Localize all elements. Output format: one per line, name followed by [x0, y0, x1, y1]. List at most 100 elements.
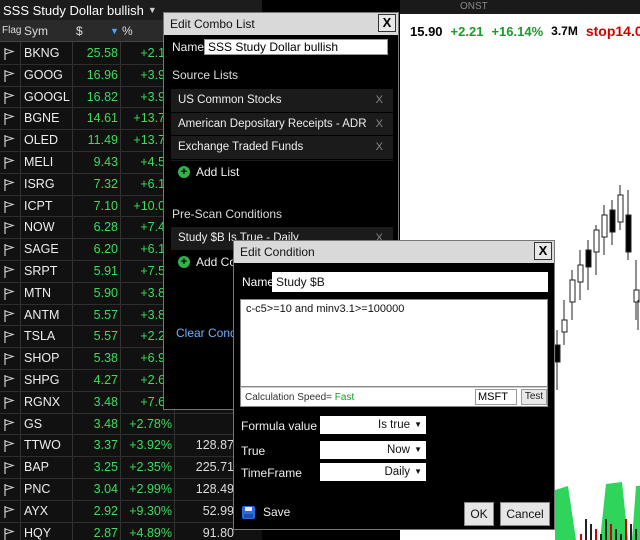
- condition-name-input[interactable]: Study $B: [272, 272, 548, 292]
- column-price[interactable]: $: [76, 20, 83, 42]
- combo-close-button[interactable]: X: [378, 14, 396, 32]
- row-price: 11.49: [87, 133, 118, 148]
- candle-body: [617, 194, 624, 223]
- edit-condition-dialog: Edit Condition X Name Study $B c-c5>=10 …: [233, 240, 555, 530]
- flag-icon[interactable]: [2, 461, 16, 475]
- flag-icon[interactable]: [2, 156, 16, 170]
- timeframe-label: TimeFrame: [241, 466, 302, 480]
- formula-value-select[interactable]: Is true ▼: [320, 416, 426, 434]
- flag-icon[interactable]: [2, 265, 16, 279]
- candle-body: [609, 209, 616, 233]
- row-price: 7.32: [93, 176, 118, 191]
- flag-icon[interactable]: [2, 69, 16, 83]
- flag-icon[interactable]: [2, 287, 16, 301]
- flag-icon[interactable]: [2, 439, 16, 453]
- combo-dialog-title-bar[interactable]: Edit Combo List X: [164, 13, 398, 35]
- row-price: 16.96: [86, 67, 118, 82]
- sort-down-icon[interactable]: ▼: [110, 20, 119, 42]
- formula-value-selected: Is true: [378, 419, 410, 431]
- row-symbol: AYX: [24, 503, 49, 518]
- condition-dialog-title-bar[interactable]: Edit Condition X: [234, 241, 554, 263]
- flag-icon[interactable]: [2, 352, 16, 366]
- ok-button[interactable]: OK: [464, 502, 494, 526]
- table-row[interactable]: HQY 2.87 +4.89% 91.80: [0, 523, 262, 540]
- column-flag[interactable]: Flag: [2, 20, 21, 42]
- flag-icon[interactable]: [2, 134, 16, 148]
- flag-icon[interactable]: [2, 243, 16, 257]
- flag-icon[interactable]: [2, 418, 16, 432]
- volume-bar: [585, 519, 587, 540]
- row-symbol: MTN: [24, 285, 52, 300]
- remove-icon[interactable]: X: [376, 136, 383, 160]
- remove-icon[interactable]: X: [376, 113, 383, 137]
- add-list-button[interactable]: + Add List: [178, 165, 239, 179]
- table-row[interactable]: PNC 3.04 +2.99% 128.49: [0, 479, 262, 501]
- candle-body: [577, 264, 584, 283]
- volume-bar: [600, 534, 602, 540]
- row-price: 14.61: [86, 111, 118, 126]
- flag-icon[interactable]: [2, 527, 16, 540]
- plus-icon: +: [178, 256, 190, 268]
- cancel-button[interactable]: Cancel: [500, 502, 550, 526]
- flag-icon[interactable]: [2, 505, 16, 519]
- source-lists-box: US Common Stocks X American Depositary Rec…: [171, 89, 393, 161]
- flag-icon[interactable]: [2, 91, 16, 105]
- combo-name-input[interactable]: SSS Study Dollar bullish: [204, 39, 388, 55]
- condition-name-row: Name Study $B: [242, 272, 548, 292]
- flag-icon[interactable]: [2, 47, 16, 61]
- table-row[interactable]: AYX 2.92 +9.30% 52.99: [0, 501, 262, 523]
- true-select[interactable]: Now ▼: [320, 441, 426, 459]
- test-symbol-input[interactable]: MSFT: [475, 389, 517, 405]
- source-lists-label: Source Lists: [172, 68, 239, 82]
- flag-icon[interactable]: [2, 200, 16, 214]
- row-value: 91.80: [202, 525, 234, 540]
- candle-body: [625, 214, 632, 253]
- row-symbol: TTWO: [24, 438, 61, 453]
- source-list-item[interactable]: American Depositary Receipts - ADR X: [171, 113, 393, 137]
- condition-name-label: Name: [242, 275, 275, 289]
- quote-change: +2.21: [450, 23, 484, 39]
- row-symbol: SHPG: [24, 372, 60, 387]
- timeframe-select[interactable]: Daily ▼: [320, 463, 426, 481]
- candle-body: [561, 319, 568, 333]
- combo-name-row: Name SSS Study Dollar bullish: [172, 39, 388, 55]
- flag-icon[interactable]: [2, 112, 16, 126]
- table-row[interactable]: BAP 3.25 +2.35% 225.71: [0, 457, 262, 479]
- row-symbol: BGNE: [24, 111, 60, 126]
- row-price: 16.82: [86, 89, 118, 104]
- combo-name-label: Name: [172, 40, 205, 54]
- row-symbol: BKNG: [24, 46, 60, 60]
- candle-body: [554, 344, 561, 363]
- flag-icon[interactable]: [2, 396, 16, 410]
- flag-icon[interactable]: [2, 483, 16, 497]
- row-price: 2.87: [93, 525, 118, 540]
- volume-bar: [595, 529, 597, 540]
- column-pct[interactable]: %: [122, 20, 133, 42]
- flag-icon[interactable]: [2, 330, 16, 344]
- table-row[interactable]: GS 3.48 +2.78%: [0, 414, 262, 436]
- table-row[interactable]: TTWO 3.37 +3.92% 128.87: [0, 435, 262, 458]
- volume-bar: [580, 534, 582, 540]
- formula-editor[interactable]: c-c5>=10 and minv3.1>=100000: [240, 299, 548, 387]
- row-price: 3.25: [93, 460, 118, 475]
- formula-value-label: Formula value: [241, 419, 318, 433]
- column-sym[interactable]: Sym: [24, 20, 48, 42]
- source-list-item[interactable]: US Common Stocks X: [171, 89, 393, 113]
- flag-icon[interactable]: [2, 374, 16, 388]
- remove-icon[interactable]: X: [376, 89, 383, 113]
- candle-body: [585, 249, 592, 268]
- save-button[interactable]: Save: [242, 505, 290, 519]
- row-price: 4.27: [93, 372, 118, 387]
- flag-icon[interactable]: [2, 178, 16, 192]
- flag-icon[interactable]: [2, 221, 16, 235]
- source-list-item[interactable]: Exchange Traded Funds X: [171, 136, 393, 160]
- volume-bar: [625, 519, 627, 540]
- source-list-label: American Depositary Receipts - ADR: [178, 117, 367, 130]
- row-symbol: GOOGL: [24, 89, 70, 104]
- test-button[interactable]: Test: [521, 389, 547, 405]
- volume-bar: [610, 524, 612, 540]
- condition-close-button[interactable]: X: [534, 242, 552, 260]
- flag-icon[interactable]: [2, 309, 16, 323]
- row-price: 25.58: [86, 46, 118, 60]
- chevron-down-icon[interactable]: ▼: [148, 5, 157, 15]
